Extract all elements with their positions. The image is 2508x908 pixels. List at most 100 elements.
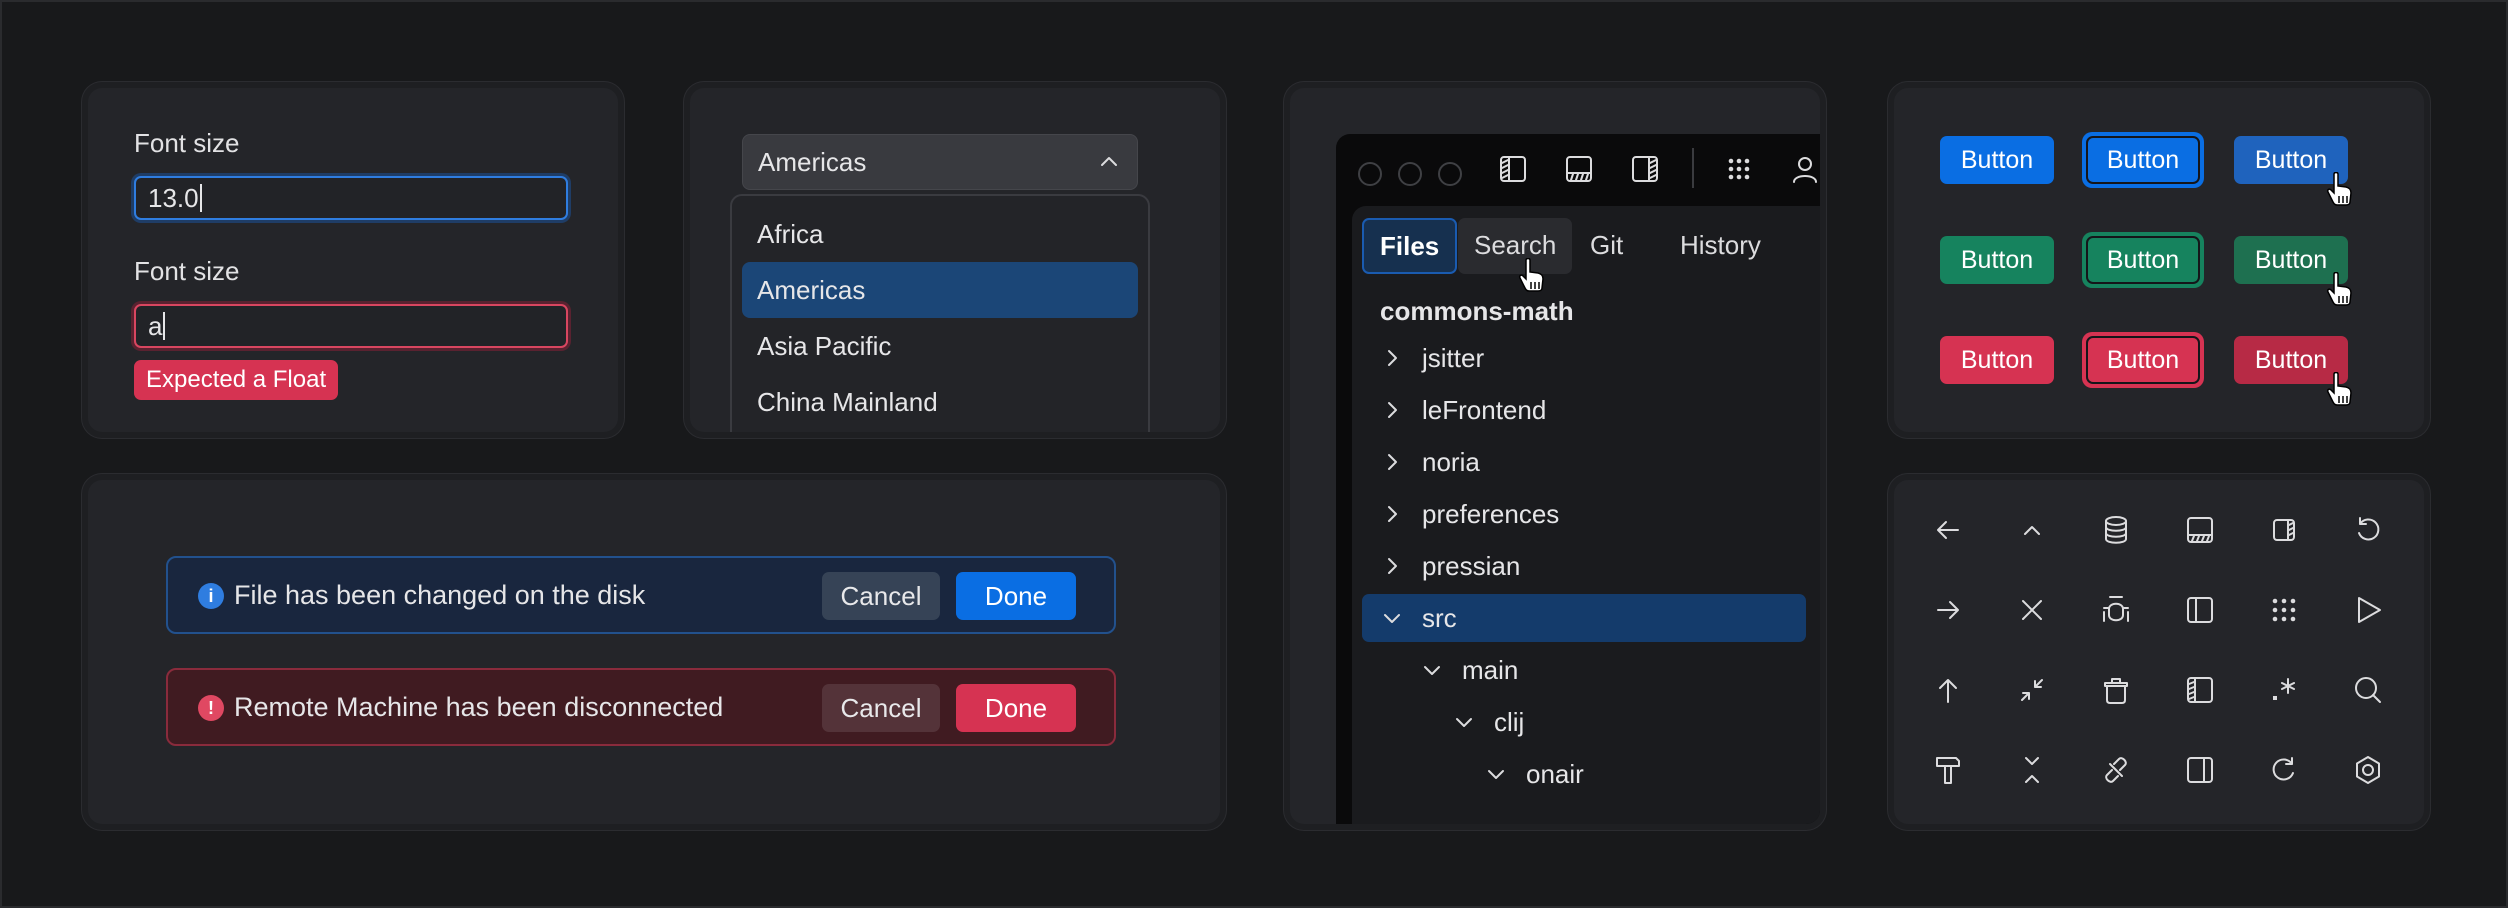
right-sidebar-icon[interactable] (2184, 754, 2216, 786)
settings-hexagon-icon[interactable] (2352, 754, 2384, 786)
bottom-panel-icon[interactable] (2184, 514, 2216, 546)
arrow-up-icon[interactable] (1932, 674, 1964, 706)
hand-pointer-cursor-icon (2327, 372, 2352, 406)
left-panel-icon[interactable] (1498, 154, 1528, 184)
font-size-label-2: Font size (134, 256, 240, 286)
chevron-down-icon (1384, 614, 1400, 623)
tree-item-label: preferences (1422, 499, 1560, 529)
collapse-vertical-icon[interactable] (2016, 754, 2048, 786)
region-dropdown-menu: Africa Americas Asia Pacific China Mainl… (730, 194, 1150, 432)
apps-grid-icon[interactable] (2268, 594, 2300, 626)
chevron-right-icon (1388, 506, 1397, 522)
font-size-input[interactable]: 13.0 (134, 176, 568, 220)
tree-item-label: clij (1494, 707, 1525, 737)
tab-search[interactable]: Search (1458, 218, 1573, 274)
play-icon[interactable] (2352, 594, 2384, 626)
right-panel-icon[interactable] (2268, 514, 2300, 546)
tree-item-jsitter[interactable]: jsitter (1362, 334, 1806, 382)
tree-item-label: src (1422, 603, 1457, 633)
success-button[interactable]: Button (1940, 236, 2054, 284)
ide-file-tree-card: Files Search Git History commons-math js… (1290, 88, 1820, 824)
info-icon: i (198, 583, 224, 609)
unlink-icon[interactable] (2100, 754, 2132, 786)
redo-icon[interactable] (2268, 754, 2300, 786)
error-done-button[interactable]: Done (956, 684, 1076, 732)
undo-icon[interactable] (2352, 514, 2384, 546)
font-size-value-2: a (148, 311, 163, 341)
arrow-right-icon[interactable] (1932, 594, 1964, 626)
dropdown-option-americas[interactable]: Americas (742, 262, 1138, 318)
traffic-light-minimize[interactable] (1398, 162, 1422, 186)
dropdown-option-china-mainland[interactable]: China Mainland (742, 374, 1138, 430)
hand-pointer-cursor-icon (2327, 172, 2352, 206)
traffic-light-close[interactable] (1358, 162, 1382, 186)
font-size-value: 13.0 (148, 183, 199, 213)
danger-button-focused-label: Button (2086, 336, 2200, 384)
hammer-icon[interactable] (1932, 754, 1964, 786)
chevron-right-icon (1388, 558, 1397, 574)
info-cancel-button[interactable]: Cancel (822, 572, 940, 620)
tree-item-src[interactable]: src (1362, 594, 1806, 642)
chevron-up-icon[interactable] (2016, 514, 2048, 546)
tree-item-label: leFrontend (1422, 395, 1547, 425)
tree-root-commons-math[interactable]: commons-math (1380, 296, 1574, 327)
region-select[interactable]: Americas (742, 134, 1138, 190)
tree-item-label: main (1462, 655, 1519, 685)
text-caret (199, 184, 202, 212)
tree-item-onair[interactable]: onair (1362, 750, 1806, 798)
danger-button[interactable]: Button (1940, 336, 2054, 384)
toolbar-separator (1692, 148, 1694, 188)
tab-git[interactable]: Git (1574, 218, 1639, 274)
collapse-icon[interactable] (2016, 674, 2048, 706)
tree-item-label: pressian (1422, 551, 1521, 581)
success-button-focused-label: Button (2086, 236, 2200, 284)
dropdown-option-africa[interactable]: Africa (742, 206, 1138, 262)
primary-button[interactable]: Button (1940, 136, 2054, 184)
tree-item-pressian[interactable]: pressian (1362, 542, 1806, 590)
search-icon[interactable] (2352, 674, 2384, 706)
bottom-panel-icon[interactable] (1564, 154, 1594, 184)
region-select-value: Americas (758, 147, 867, 177)
tree-item-noria[interactable]: noria (1362, 438, 1806, 486)
close-icon[interactable] (2016, 594, 2048, 626)
tree-item-preferences[interactable]: preferences (1362, 490, 1806, 538)
chevron-right-icon (1388, 454, 1397, 470)
arrow-left-icon[interactable] (1932, 514, 1964, 546)
trash-icon[interactable] (2100, 674, 2132, 706)
chevron-down-icon (1488, 770, 1504, 779)
apps-grid-icon[interactable] (1724, 154, 1754, 184)
error-icon: ! (198, 695, 224, 721)
chevron-up-icon (1101, 157, 1117, 166)
regex-icon[interactable] (2268, 674, 2300, 706)
font-size-input-error[interactable]: a (134, 304, 568, 348)
chevron-down-icon (1424, 666, 1440, 675)
tree-item-clij[interactable]: clij (1362, 698, 1806, 746)
ide-window: Files Search Git History commons-math js… (1336, 134, 1820, 824)
error-cancel-button[interactable]: Cancel (822, 684, 940, 732)
bug-icon[interactable] (2100, 594, 2132, 626)
tree-item-label: onair (1526, 759, 1584, 789)
tree-item-main[interactable]: main (1362, 646, 1806, 694)
tab-files[interactable]: Files (1362, 218, 1458, 274)
info-done-button[interactable]: Done (956, 572, 1076, 620)
user-icon[interactable] (1790, 154, 1820, 184)
info-banner-message: File has been changed on the disk (234, 580, 646, 610)
region-dropdown-card: Americas Africa Americas Asia Pacific Ch… (690, 88, 1220, 432)
file-explorer-panel: Files Search Git History commons-math js… (1352, 206, 1820, 824)
danger-button-focused[interactable]: Button (2082, 332, 2204, 388)
success-button-focused[interactable]: Button (2082, 232, 2204, 288)
tab-history[interactable]: History (1664, 218, 1777, 274)
error-banner-message: Remote Machine has been disconnected (234, 692, 724, 722)
right-panel-icon[interactable] (1630, 154, 1660, 184)
primary-button-focused[interactable]: Button (2082, 132, 2204, 188)
database-icon[interactable] (2100, 514, 2132, 546)
dropdown-option-asia-pacific[interactable]: Asia Pacific (742, 318, 1138, 374)
traffic-light-zoom[interactable] (1438, 162, 1462, 186)
left-panel-icon[interactable] (2184, 674, 2216, 706)
left-sidebar-icon[interactable] (2184, 594, 2216, 626)
hand-pointer-cursor-icon (2327, 272, 2352, 306)
chevron-right-icon (1388, 350, 1397, 366)
chevron-down-icon (1456, 718, 1472, 727)
tree-item-lefrontend[interactable]: leFrontend (1362, 386, 1806, 434)
validation-error-badge: Expected a Float (134, 360, 339, 400)
